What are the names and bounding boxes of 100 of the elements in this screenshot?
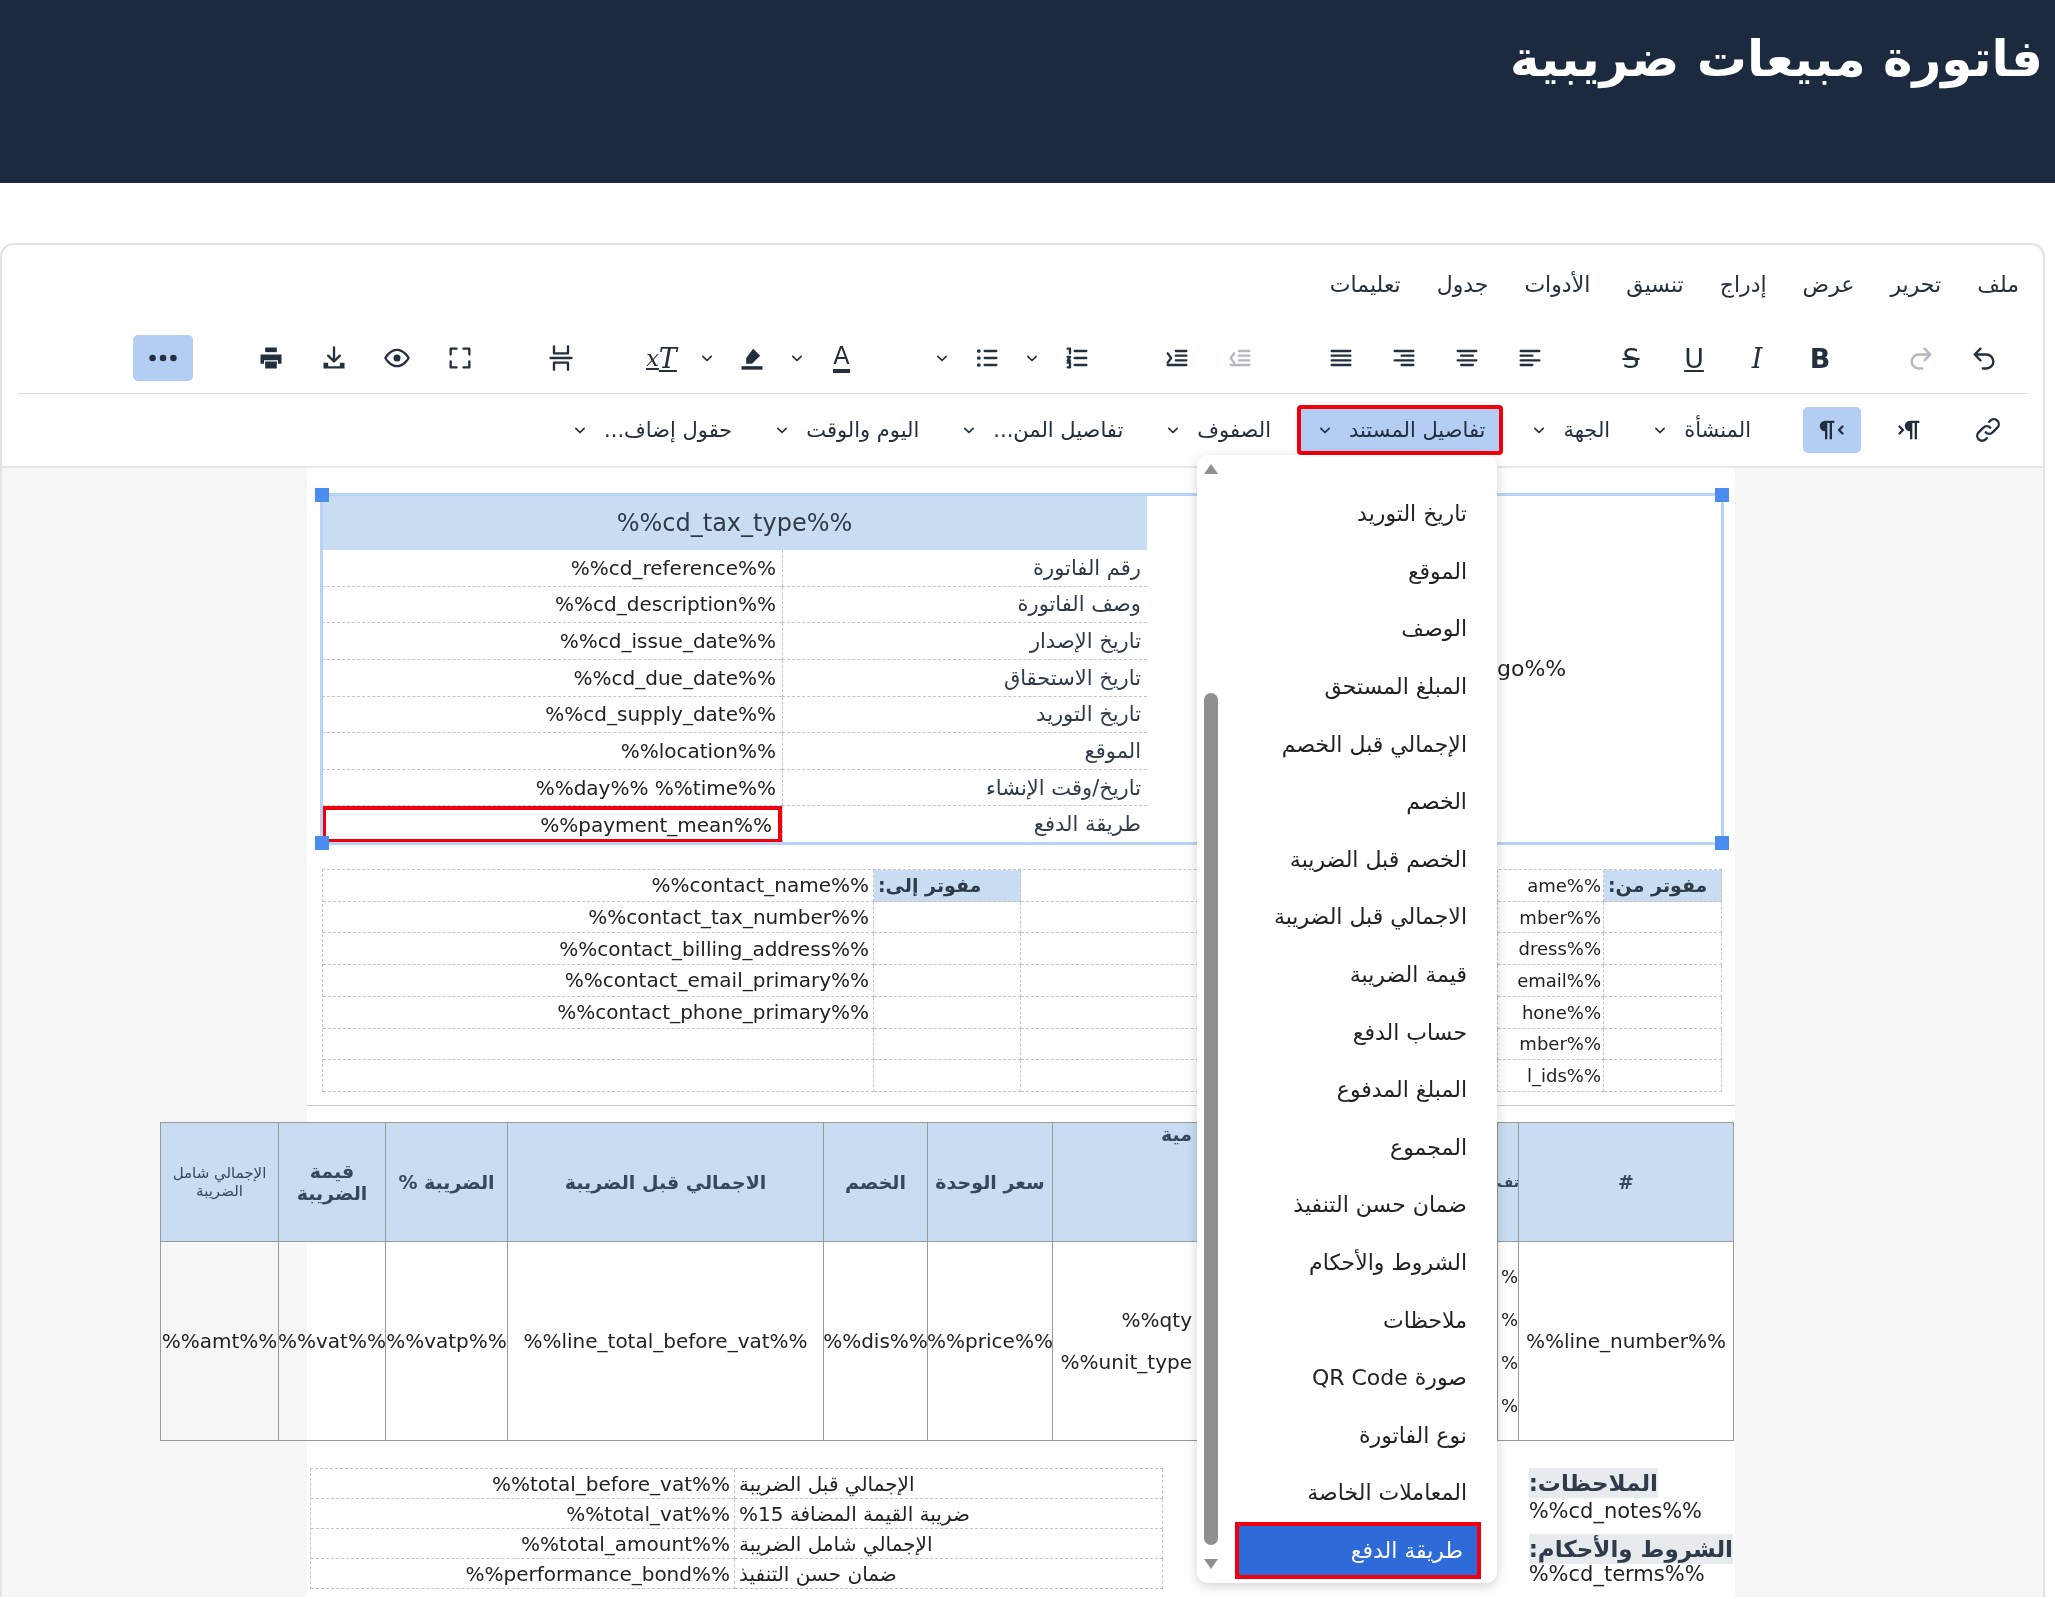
page-break-icon	[547, 344, 575, 372]
total-label: ضمان حسن التنفيذ	[739, 1561, 897, 1586]
menu-item[interactable]: طريقة الدفع	[1235, 1521, 1481, 1580]
table-cell: %%amt%%	[160, 1242, 278, 1441]
menu-button[interactable]: حقول إضاف...	[556, 405, 747, 455]
table-cell: تاريخ الإصدار	[782, 623, 1147, 660]
menu-item[interactable]: الموقع	[1235, 542, 1481, 601]
link-icon	[1974, 416, 2002, 444]
placeholder-text: %%cd_terms%%	[1528, 1564, 1705, 1585]
text-color-button[interactable]: A	[819, 335, 864, 381]
menu-item[interactable]: عرض	[1802, 271, 1855, 297]
table-cell: %%cd_due_date%%	[322, 659, 782, 697]
table-cell: %%dis%%	[823, 1242, 927, 1441]
table-header: %%cd_tax_type%%	[322, 495, 1147, 550]
table-cell: mber%%	[1498, 1028, 1604, 1061]
bold-button[interactable]: B	[1797, 335, 1843, 381]
scrollbar-thumb[interactable]	[1204, 693, 1218, 1545]
table-cell: %%cd_description%%	[322, 586, 782, 624]
table-cell: وصف الفاتورة	[782, 586, 1147, 624]
table-cell: تاريخ التوريد	[782, 696, 1147, 734]
menu-item[interactable]: ضمان حسن التنفيذ	[1235, 1176, 1481, 1234]
table-cell: تاريخ/وقت الإنشاء	[782, 769, 1147, 807]
table-cell: %%cd_supply_date%%	[322, 696, 782, 734]
column-header: تف	[1497, 1123, 1518, 1242]
menu-item[interactable]: ملاحظات	[1235, 1291, 1481, 1349]
menu-item[interactable]: صورة QR Code	[1235, 1348, 1481, 1407]
section-heading: الملاحظات:	[1528, 1468, 1658, 1498]
table-cell: dress%%	[1498, 933, 1604, 966]
dots-icon	[149, 354, 177, 362]
more-button[interactable]	[133, 335, 193, 381]
menu-button[interactable]: تفاصيل المستند	[1297, 405, 1504, 455]
table-cell: %%line_total_before_vat%%	[507, 1242, 823, 1441]
total-value: %%total_before_vat%%	[491, 1471, 730, 1496]
redo-icon	[1907, 344, 1935, 372]
menu-item[interactable]: الخصم	[1235, 772, 1481, 831]
resize-handle[interactable]	[1715, 836, 1729, 850]
menu-item[interactable]: الوصف	[1235, 600, 1481, 658]
menu-item[interactable]: المعاملات الخاصة	[1235, 1464, 1481, 1522]
column-header: #	[1518, 1123, 1733, 1242]
table-cell: الموقع	[782, 733, 1147, 770]
column-header: الخصم	[823, 1123, 927, 1242]
table-cell: %%cd_issue_date%%	[322, 623, 782, 660]
menu-item[interactable]: حساب الدفع	[1235, 1003, 1481, 1061]
column-header: الإجمالي شامل الضريبة	[160, 1123, 278, 1242]
rtl-button[interactable]	[1803, 407, 1861, 453]
resize-handle[interactable]	[315, 488, 329, 502]
party-label: مفوتر من:	[1604, 870, 1722, 902]
resize-handle[interactable]	[315, 836, 329, 850]
table-cell: mber%%	[1498, 901, 1604, 934]
menu-item[interactable]: إدراج	[1719, 271, 1767, 297]
table-cell: تاريخ الاستحقاق	[782, 659, 1147, 697]
total-value: %%total_vat%%	[566, 1501, 730, 1526]
italic-button[interactable]: I	[1734, 335, 1780, 381]
column-header: سعر الوحدة	[927, 1123, 1052, 1242]
table-cell: طريقة الدفع	[782, 806, 1147, 843]
table-cell: %%contact_tax_number%%	[323, 901, 874, 934]
menu-item[interactable]: المبلغ المدفوع	[1235, 1060, 1481, 1119]
menu-button[interactable]: المنشأة	[1636, 405, 1765, 455]
underline-button[interactable]: U	[1671, 335, 1717, 381]
menu-button[interactable]: تفاصيل المن...	[945, 405, 1138, 455]
table-cell: %%contact_email_primary%%	[323, 965, 874, 997]
placeholder-text: %%cd_notes%%	[1528, 1498, 1703, 1524]
table-cell: hone%%	[1498, 996, 1604, 1029]
scroll-up-icon[interactable]	[1203, 463, 1219, 475]
menu-item[interactable]: تعليمات	[1329, 271, 1401, 297]
total-value: %%performance_bond%%	[465, 1561, 730, 1586]
table-cell: %%contact_phone_primary%%	[323, 996, 874, 1029]
menu-item[interactable]: الأدوات	[1524, 271, 1591, 297]
table-cell: %%vatp%%	[385, 1242, 507, 1441]
total-label: ضريبة القيمة المضافة 15%	[739, 1501, 970, 1526]
total-label: الإجمالي قبل الضريبة	[739, 1471, 915, 1496]
menu-button[interactable]: الصفوف	[1149, 405, 1285, 455]
resize-handle[interactable]	[1715, 488, 1729, 502]
menu-item[interactable]: الاجمالي قبل الضريبة	[1235, 888, 1481, 946]
menu-item[interactable]: تحرير	[1890, 271, 1942, 297]
party-label: مفوتر إلى:	[874, 870, 1021, 902]
table-cell: %%price%%	[927, 1242, 1052, 1441]
table-cell: %%cd_reference%%	[322, 550, 782, 587]
menu-item[interactable]: ملف	[1977, 271, 2019, 297]
table-cell: %%vat%%	[278, 1242, 385, 1441]
menu-item[interactable]: جدول	[1436, 271, 1489, 297]
section-heading: الشروط والأحكام:	[1528, 1534, 1733, 1564]
menu-button[interactable]: الجهة	[1515, 405, 1625, 455]
strikethrough-button[interactable]: S	[1608, 335, 1654, 381]
column-header: الاجمالي قبل الضريبة	[507, 1123, 823, 1242]
total-label: الإجمالي شامل الضريبة	[739, 1531, 933, 1556]
table-cell: رقم الفاتورة	[782, 550, 1147, 587]
total-value: %%total_amount%%	[521, 1531, 730, 1556]
column-header: قيمة الضريبة	[278, 1123, 385, 1242]
table-cell: %%location%%	[322, 733, 782, 770]
menu-item[interactable]: قيمة الضريبة	[1235, 945, 1481, 1004]
menu-item[interactable]: الإجمالي قبل الخصم	[1235, 715, 1481, 773]
menu-button[interactable]: اليوم والوقت	[758, 405, 934, 455]
table-cell: %%contact_billing_address%%	[323, 933, 874, 966]
menu-item[interactable]: المبلغ المستحق	[1235, 657, 1481, 716]
table-cell: email%%	[1498, 965, 1604, 997]
table-cell: %%day%% %%time%%	[322, 769, 782, 807]
menu-item[interactable]: تنسيق	[1626, 271, 1684, 297]
scroll-down-icon[interactable]	[1203, 1558, 1219, 1570]
table-cell: %%line_number%%	[1518, 1242, 1733, 1441]
